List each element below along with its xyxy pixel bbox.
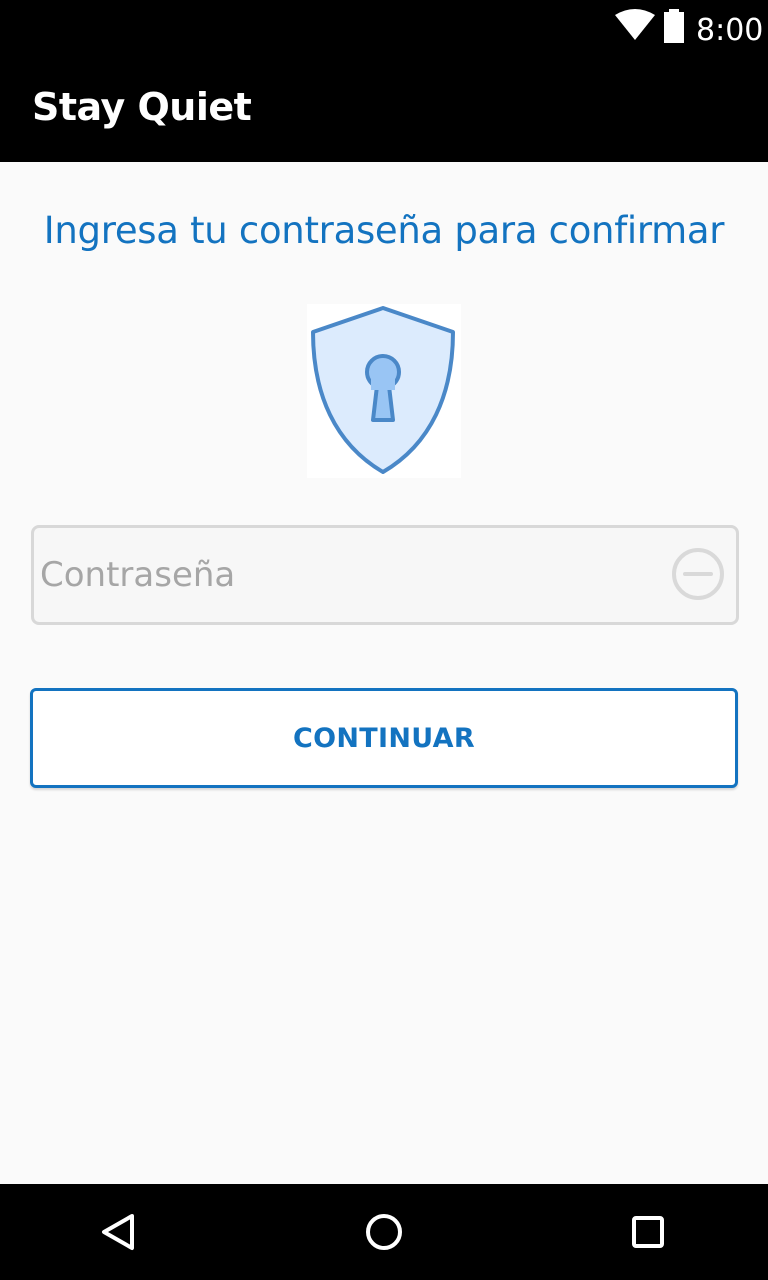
status-time: 8:00	[696, 13, 764, 48]
continue-button[interactable]: CONTINUAR	[30, 688, 738, 788]
shield-keyhole-icon	[311, 306, 455, 474]
home-icon[interactable]	[360, 1208, 408, 1256]
password-field[interactable]	[31, 525, 739, 625]
password-input[interactable]	[40, 528, 660, 622]
app-bar: Stay Quiet	[0, 52, 768, 162]
recents-icon[interactable]	[624, 1208, 672, 1256]
status-bar: 8:00	[0, 0, 768, 52]
shield-illustration	[307, 304, 461, 478]
battery-icon	[664, 9, 684, 43]
back-icon[interactable]	[96, 1208, 144, 1256]
app-title: Stay Quiet	[32, 85, 252, 129]
clear-icon[interactable]	[670, 546, 726, 602]
navigation-bar	[0, 1184, 768, 1280]
page-heading: Ingresa tu contraseña para confirmar	[43, 209, 725, 252]
wifi-icon	[615, 9, 655, 40]
